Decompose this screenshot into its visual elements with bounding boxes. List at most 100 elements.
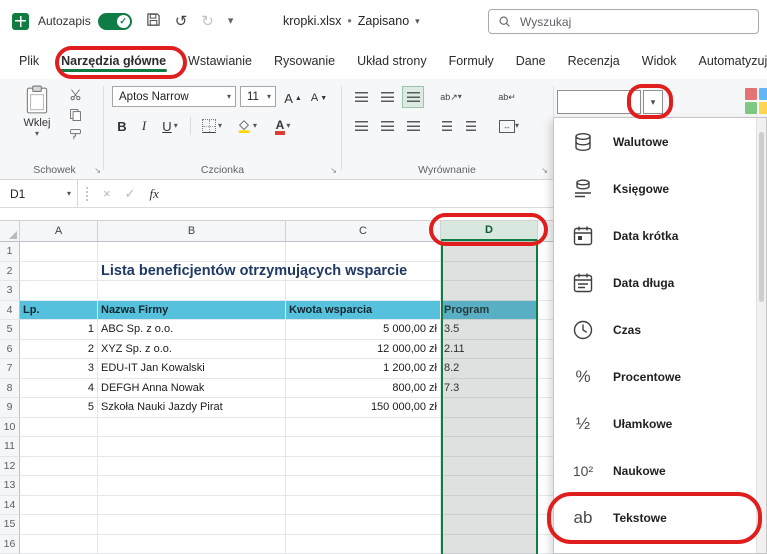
cell-d9[interactable] (441, 398, 538, 418)
cell-d14[interactable] (441, 496, 538, 516)
menu-item-naukowe[interactable]: 10²Naukowe (554, 447, 757, 494)
cell-d16[interactable] (441, 535, 538, 554)
menu-item-czas[interactable]: Czas (554, 306, 757, 353)
paste-button[interactable]: Wklej ▾ (14, 85, 60, 155)
row-header-2[interactable]: 2 (0, 262, 20, 282)
cell-c4[interactable]: Kwota wsparcia (286, 301, 441, 321)
cell-d13[interactable] (441, 476, 538, 496)
row-header-8[interactable]: 8 (0, 379, 20, 399)
align-left-button[interactable] (350, 115, 372, 137)
format-painter-button[interactable] (66, 127, 84, 141)
cell-b11[interactable] (98, 437, 286, 457)
row-header-9[interactable]: 9 (0, 398, 20, 418)
cell-a5[interactable]: 1 (20, 320, 98, 340)
menu-scrollbar[interactable] (756, 118, 766, 553)
cell-a13[interactable] (20, 476, 98, 496)
cell-b16[interactable] (98, 535, 286, 554)
cell-c9[interactable]: 150 000,00 zł (286, 398, 441, 418)
cell-a1[interactable] (20, 242, 98, 262)
menu-item-data-kr-tka[interactable]: Data krótka (554, 212, 757, 259)
cell-b13[interactable] (98, 476, 286, 496)
cell-a10[interactable] (20, 418, 98, 438)
cell-d6[interactable]: 2.11 (441, 340, 538, 360)
column-header-c[interactable]: C (286, 221, 441, 241)
row-header-12[interactable]: 12 (0, 457, 20, 477)
tab-wstawianie[interactable]: Wstawianie (177, 45, 263, 77)
column-header-a[interactable]: A (20, 221, 98, 241)
cell-a14[interactable] (20, 496, 98, 516)
cell-b5[interactable]: ABC Sp. z o.o. (98, 320, 286, 340)
search-input[interactable]: Wyszukaj (488, 9, 759, 34)
cell-c6[interactable]: 12 000,00 zł (286, 340, 441, 360)
cell-a8[interactable]: 4 (20, 379, 98, 399)
tab-uk-ad-strony[interactable]: Układ strony (346, 45, 437, 77)
increase-font-button[interactable]: A▲ (282, 87, 304, 109)
clipboard-dialog-launcher-icon[interactable]: ↘ (94, 166, 101, 175)
merge-center-button[interactable]: ↔ ▾ (492, 115, 526, 137)
tab-narz-dzia-g-wne[interactable]: Narzędzia główne (50, 45, 177, 77)
cell-c16[interactable] (286, 535, 441, 554)
decrease-font-button[interactable]: A▼ (308, 87, 330, 109)
bold-button[interactable]: B (112, 115, 132, 137)
cell-d7[interactable]: 8.2 (441, 359, 538, 379)
underline-button[interactable]: U ▾ (156, 115, 184, 137)
autosave-toggle[interactable]: ✓ (98, 13, 132, 30)
name-box[interactable]: D1 ▾ (0, 180, 78, 207)
cell-d10[interactable] (441, 418, 538, 438)
cell-a12[interactable] (20, 457, 98, 477)
tab-widok[interactable]: Widok (631, 45, 688, 77)
cell-a4[interactable]: Lp. (20, 301, 98, 321)
menu-item-walutowe[interactable]: Walutowe (554, 118, 757, 165)
cell-d11[interactable] (441, 437, 538, 457)
cell-c10[interactable] (286, 418, 441, 438)
cell-d2[interactable] (441, 262, 538, 282)
cell-d4[interactable]: Program (441, 301, 538, 321)
increase-indent-button[interactable] (460, 115, 482, 137)
cell-a9[interactable]: 5 (20, 398, 98, 418)
copy-button[interactable] (66, 107, 84, 121)
document-title[interactable]: kropki.xlsx • Zapisano ▾ (283, 0, 420, 42)
row-header-6[interactable]: 6 (0, 340, 20, 360)
quick-access-caret-icon[interactable]: ▾ (228, 14, 234, 29)
align-top-button[interactable] (350, 86, 372, 108)
row-header-7[interactable]: 7 (0, 359, 20, 379)
cell-b6[interactable]: XYZ Sp. z o.o. (98, 340, 286, 360)
menu-item-procentowe[interactable]: %Procentowe (554, 353, 757, 400)
cell-d1[interactable] (441, 242, 538, 262)
cell-b15[interactable] (98, 515, 286, 535)
menu-scrollbar-thumb[interactable] (759, 132, 764, 302)
orientation-button[interactable]: ab↗ ▾ (436, 86, 466, 108)
number-format-caret-button[interactable]: ▾ (643, 90, 663, 114)
row-header-1[interactable]: 1 (0, 242, 20, 262)
font-name-select[interactable]: Aptos Narrow ▾ (112, 86, 236, 107)
cell-c1[interactable] (286, 242, 441, 262)
align-bottom-button[interactable] (402, 86, 424, 108)
row-header-16[interactable]: 16 (0, 535, 20, 554)
wrap-text-button[interactable]: ab↵ (492, 86, 522, 108)
row-header-13[interactable]: 13 (0, 476, 20, 496)
tab-formu-y[interactable]: Formuły (438, 45, 505, 77)
cell-b1[interactable] (98, 242, 286, 262)
menu-item-ksi-gowe[interactable]: Księgowe (554, 165, 757, 212)
cell-b9[interactable]: Szkoła Nauki Jazdy Pirat (98, 398, 286, 418)
row-header-14[interactable]: 14 (0, 496, 20, 516)
cell-d8[interactable]: 7.3 (441, 379, 538, 399)
row-header-5[interactable]: 5 (0, 320, 20, 340)
undo-button[interactable]: ↺ (175, 14, 188, 29)
tab-automatyzuj[interactable]: Automatyzuj (688, 45, 767, 77)
menu-item-tekstowe[interactable]: abTekstowe (554, 494, 757, 541)
cell-b2[interactable]: Lista beneficjentów otrzymujących wsparc… (98, 262, 286, 282)
row-header-15[interactable]: 15 (0, 515, 20, 535)
font-color-button[interactable]: A ▾ (268, 115, 298, 137)
cell-c12[interactable] (286, 457, 441, 477)
tab-dane[interactable]: Dane (505, 45, 557, 77)
cell-b8[interactable]: DEFGH Anna Nowak (98, 379, 286, 399)
cell-a3[interactable] (20, 281, 98, 301)
menu-item-data-d-uga[interactable]: Data długa (554, 259, 757, 306)
cell-d15[interactable] (441, 515, 538, 535)
font-dialog-launcher-icon[interactable]: ↘ (330, 166, 337, 175)
cell-d3[interactable] (441, 281, 538, 301)
cell-b10[interactable] (98, 418, 286, 438)
cell-c14[interactable] (286, 496, 441, 516)
insert-function-button[interactable]: fx (150, 186, 159, 202)
